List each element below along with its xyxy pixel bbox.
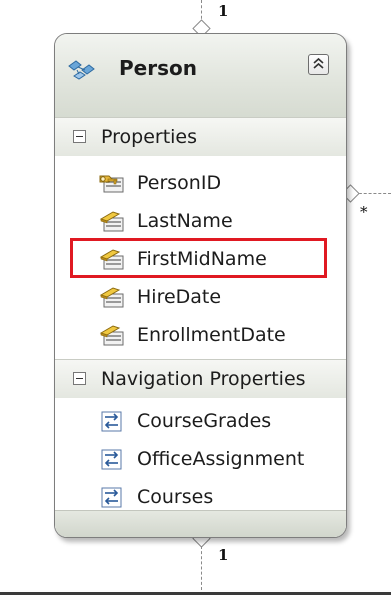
bottom-connector-line <box>201 546 202 590</box>
navigation-property-icon <box>101 411 122 432</box>
navigation-section-header[interactable]: Navigation Properties <box>55 359 346 398</box>
property-icon <box>99 287 124 308</box>
key-property-icon <box>99 175 124 193</box>
navigation-property-icon <box>101 449 122 470</box>
property-label: EnrollmentDate <box>137 324 286 346</box>
collapse-button[interactable] <box>308 54 329 75</box>
property-label: LastName <box>137 210 233 232</box>
property-icon <box>99 325 124 346</box>
navigation-property-label: CourseGrades <box>137 410 272 432</box>
property-label: HireDate <box>137 286 222 308</box>
top-multiplicity: 1 <box>218 2 229 20</box>
bottom-multiplicity: 1 <box>218 546 229 564</box>
navigation-section-label: Navigation Properties <box>101 368 306 390</box>
entity-body: Properties PersonID LastName FirstMidNam… <box>55 117 346 537</box>
navigation-property-label: Courses <box>137 486 214 508</box>
properties-section-header[interactable]: Properties <box>55 117 346 156</box>
properties-section-label: Properties <box>101 126 198 148</box>
highlight-box <box>70 238 327 278</box>
collapse-toggle-icon[interactable] <box>73 130 86 143</box>
entity-header[interactable]: Person <box>55 34 346 117</box>
entity-footer <box>55 510 346 537</box>
property-icon <box>99 211 124 232</box>
double-chevron-up-icon <box>313 57 324 69</box>
navigation-property-icon <box>101 487 122 508</box>
collapse-toggle-icon[interactable] <box>73 372 86 385</box>
entity-person[interactable]: Person Properties PersonID LastName Firs… <box>54 33 347 538</box>
right-multiplicity: * <box>360 203 368 221</box>
entity-title: Person <box>119 56 197 80</box>
bottom-divider <box>0 592 391 595</box>
navigation-property-label: OfficeAssignment <box>137 448 305 470</box>
property-label: PersonID <box>137 172 222 194</box>
entity-icon <box>68 60 95 80</box>
